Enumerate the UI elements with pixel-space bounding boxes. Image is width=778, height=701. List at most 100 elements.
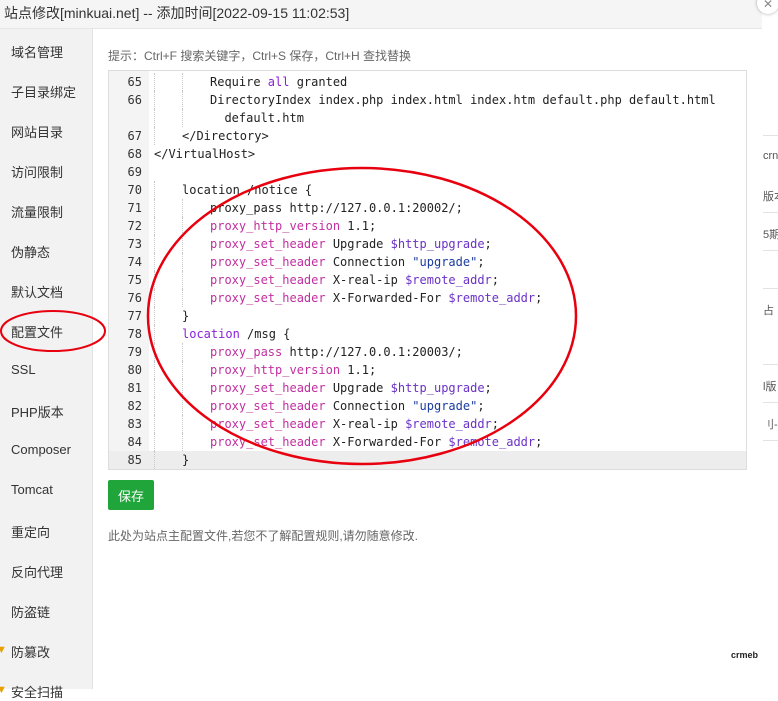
dialog-titlebar: 站点修改[minkuai.net] -- 添加时间[2022-09-15 11:… bbox=[0, 0, 762, 29]
sidebar-item[interactable]: 配置文件 bbox=[11, 322, 63, 341]
code-line: 77} bbox=[109, 307, 746, 325]
code-text: proxy_set_header X-real-ip $remote_addr; bbox=[210, 417, 499, 431]
warning-icon: ▼ bbox=[0, 684, 7, 696]
background-page: crn 版本 5期占 l版刂-商 bbox=[762, 0, 778, 689]
code-text: </Directory> bbox=[182, 129, 269, 143]
code-token: DirectoryIndex index.php index.html inde… bbox=[210, 93, 716, 107]
indent-guide bbox=[182, 91, 183, 109]
code-token: proxy_set_header bbox=[210, 291, 326, 305]
code-token: ; bbox=[491, 417, 500, 431]
dialog-title: 站点修改[minkuai.net] -- 添加时间[2022-09-15 11:… bbox=[4, 5, 350, 21]
code-token: </VirtualHost> bbox=[154, 147, 256, 161]
line-number: 84 bbox=[127, 435, 142, 449]
code-line: default.htm bbox=[109, 109, 746, 127]
indent-guide bbox=[182, 343, 183, 361]
sidebar-item[interactable]: 网站目录 bbox=[11, 122, 63, 141]
code-token: proxy_pass bbox=[210, 345, 283, 359]
sidebar-item[interactable]: 防篡改 bbox=[11, 642, 50, 661]
code-token: $remote_addr bbox=[448, 435, 536, 449]
sidebar-item[interactable]: 域名管理 bbox=[11, 42, 63, 61]
code-token: ; bbox=[535, 291, 543, 305]
indent-guide bbox=[182, 361, 183, 379]
line-number: 70 bbox=[127, 183, 142, 197]
sidebar-item[interactable]: 反向代理 bbox=[11, 562, 63, 581]
indent-guide bbox=[182, 199, 183, 217]
shortcut-tip: 提示：Ctrl+F 搜索关键字，Ctrl+S 保存，Ctrl+H 查找替换 bbox=[108, 49, 412, 63]
sidebar-item[interactable]: 访问限制 bbox=[11, 162, 63, 181]
background-divider bbox=[763, 288, 778, 289]
code-token: proxy_pass http://127.0.0.1:20002/; bbox=[210, 201, 463, 215]
sidebar-item[interactable]: 默认文档 bbox=[11, 282, 63, 301]
line-number: 81 bbox=[127, 381, 142, 395]
indent-guide bbox=[154, 343, 155, 361]
code-token: http://127.0.0.1:20003/; bbox=[282, 345, 463, 359]
sidebar-item[interactable]: Tomcat bbox=[11, 482, 53, 497]
indent-guide bbox=[182, 397, 183, 415]
code-text: </VirtualHost> bbox=[154, 147, 255, 161]
code-text: proxy_set_header Upgrade $http_upgrade; bbox=[210, 381, 492, 395]
code-token: 1.1; bbox=[340, 363, 377, 377]
code-line: 83 proxy_set_header X-real-ip $remote_add… bbox=[109, 415, 746, 433]
code-text: proxy_pass http://127.0.0.1:20002/; bbox=[210, 201, 463, 215]
indent-guide bbox=[154, 433, 155, 451]
indent-guide bbox=[154, 181, 155, 199]
code-line: 81 proxy_set_header Upgrade $http_upgrade… bbox=[109, 379, 746, 397]
sidebar-item[interactable]: 重定向 bbox=[11, 522, 50, 541]
code-token: proxy_set_header bbox=[210, 417, 326, 431]
sidebar-item[interactable]: PHP版本 bbox=[11, 402, 64, 421]
code-token: proxy_set_header bbox=[210, 255, 326, 269]
indent-guide bbox=[154, 253, 155, 271]
background-text: crn bbox=[763, 150, 778, 162]
line-number: 73 bbox=[127, 237, 142, 251]
indent-guide bbox=[154, 217, 155, 235]
code-token: ; bbox=[477, 255, 485, 269]
background-divider bbox=[763, 364, 778, 365]
save-button[interactable]: 保存 bbox=[108, 480, 154, 510]
code-text: proxy_pass http://127.0.0.1:20003/; bbox=[210, 345, 463, 359]
line-number: 69 bbox=[127, 165, 142, 179]
code-line: 84 proxy_set_header X-Forwarded-For $remo… bbox=[109, 433, 746, 451]
code-text: proxy_set_header Upgrade $http_upgrade; bbox=[210, 237, 492, 251]
sidebar-item[interactable]: 流量限制 bbox=[11, 202, 63, 221]
code-token: $remote_addr bbox=[448, 291, 536, 305]
line-number: 74 bbox=[127, 255, 142, 269]
code-token: Upgrade bbox=[325, 237, 391, 251]
code-token: } bbox=[182, 309, 190, 323]
indent-guide bbox=[154, 325, 155, 343]
sidebar-item[interactable]: 伪静态 bbox=[11, 242, 50, 261]
line-number: 68 bbox=[127, 147, 142, 161]
code-line: 85} bbox=[109, 451, 746, 469]
code-token: X-Forwarded-For bbox=[325, 435, 449, 449]
indent-guide bbox=[154, 307, 155, 325]
config-editor[interactable]: 65 Require all granted 66 DirectoryIndex in… bbox=[108, 70, 747, 470]
line-number: 78 bbox=[127, 327, 142, 341]
sidebar-item[interactable]: Composer bbox=[11, 442, 71, 457]
code-token: $http_upgrade bbox=[390, 237, 485, 251]
code-line: 79 proxy_pass http://127.0.0.1:20003/; bbox=[109, 343, 746, 361]
indent-guide bbox=[154, 235, 155, 253]
line-number: 80 bbox=[127, 363, 142, 377]
code-token: "upgrade" bbox=[412, 255, 478, 269]
indent-guide bbox=[154, 415, 155, 433]
code-line: 66 DirectoryIndex index.php index.html in… bbox=[109, 91, 746, 109]
sidebar-item[interactable]: 子目录绑定 bbox=[11, 82, 76, 101]
code-token: ; bbox=[477, 399, 485, 413]
sidebar-item[interactable]: 防盗链 bbox=[11, 602, 50, 621]
code-token: "upgrade" bbox=[412, 399, 478, 413]
code-token: granted bbox=[289, 75, 348, 89]
code-line: 67 </Directory> bbox=[109, 127, 746, 145]
sidebar-item[interactable]: SSL bbox=[11, 362, 36, 377]
code-token: Upgrade bbox=[325, 381, 391, 395]
code-line: 68 </VirtualHost> bbox=[109, 145, 746, 163]
background-text: 版本 bbox=[763, 191, 778, 203]
code-text: Require all granted bbox=[210, 75, 347, 89]
code-token: $remote_addr bbox=[405, 417, 492, 431]
indent-guide bbox=[154, 91, 155, 109]
background-divider bbox=[763, 250, 778, 251]
sidebar-item[interactable]: 安全扫描 bbox=[11, 682, 63, 701]
code-token: 1.1; bbox=[340, 219, 377, 233]
line-number: 75 bbox=[127, 273, 142, 287]
code-text: } bbox=[182, 309, 189, 323]
indent-guide bbox=[154, 451, 155, 469]
code-text: proxy_set_header Connection "upgrade"; bbox=[210, 255, 485, 269]
